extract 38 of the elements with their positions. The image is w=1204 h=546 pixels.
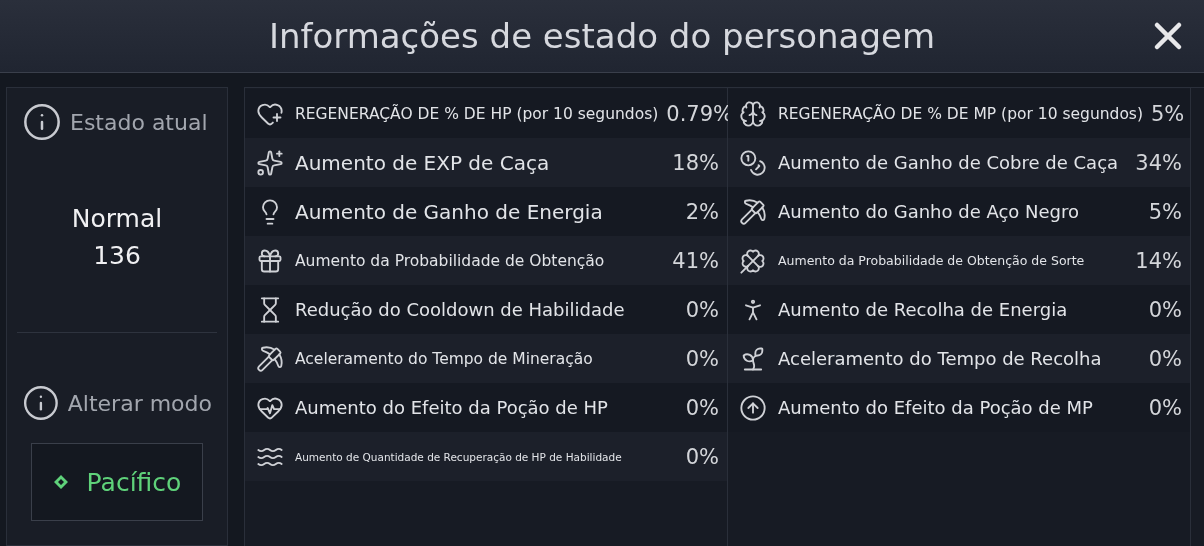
stat-value: 0% (685, 346, 719, 371)
stat-label: Aumento da Probabilidade de Obtenção (295, 251, 606, 270)
window-title: Informações de estado do personagem (268, 16, 936, 56)
info-icon[interactable] (22, 383, 60, 423)
diamond-icon (52, 474, 69, 490)
section-label: Alterar modo (67, 390, 212, 416)
stat-value: 41% (672, 248, 719, 273)
stat-value: 0% (1148, 297, 1182, 322)
mode-button[interactable]: Pacífico (31, 443, 203, 521)
stat-value: 0% (685, 444, 719, 469)
stat-label: REGENERAÇÃO DE % DE HP (por 10 segundos) (295, 104, 659, 123)
stat-value: 0% (1148, 395, 1182, 420)
stat-label: Aumento de Ganho de Energia (295, 199, 604, 224)
stat-label: REGENERAÇÃO DE % DE MP (por 10 segundos) (778, 104, 1143, 123)
stat-value: 0% (685, 297, 719, 322)
stat-label: Aumento de Recolha de Energia (778, 299, 1069, 320)
state-name: Normal (71, 202, 163, 235)
stat-label: Aumento do Efeito da Poção de MP (778, 397, 1094, 418)
info-icon[interactable] (22, 102, 62, 142)
stat-label: Aumento do Ganho de Aço Negro (778, 201, 1081, 222)
stat-value: 5% (1151, 101, 1185, 126)
stat-value: 5% (1148, 199, 1182, 224)
stat-label: Redução do Cooldown de Habilidade (295, 299, 626, 320)
stat-label: Aceleramento do Tempo de Mineração (295, 349, 594, 368)
state-value: 136 (93, 240, 141, 272)
stat-value: 18% (672, 150, 719, 175)
stat-label: Aumento da Probabilidade de Obtenção de Sorte (778, 253, 1086, 268)
stat-value: 0% (685, 395, 719, 420)
stat-label: Aumento de EXP de Caça (295, 150, 551, 175)
stat-label: Aumento do Efeito da Poção de HP (295, 397, 609, 418)
stat-label: Aceleramento do Tempo de Recolha (778, 348, 1103, 369)
stat-value: 14% (1135, 248, 1182, 273)
section-label: Estado atual (70, 109, 208, 135)
stat-label: Aumento de Ganho de Cobre de Caça (778, 152, 1120, 173)
stat-label: Aumento de Quantidade de Recuperação de HP de Habilidade (295, 450, 623, 463)
stat-value: 34% (1135, 150, 1182, 175)
stat-value: 0% (1148, 346, 1182, 371)
stat-value: 2% (685, 199, 719, 224)
